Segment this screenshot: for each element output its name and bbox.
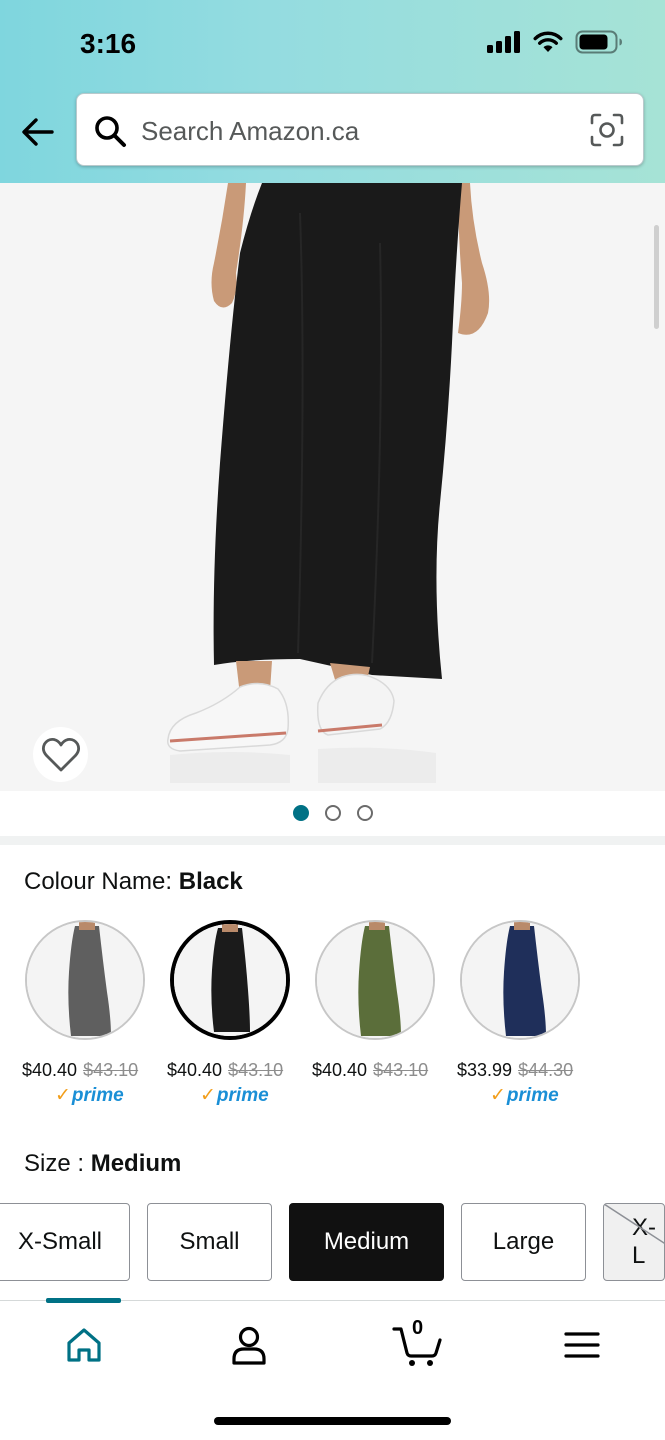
- wishlist-button[interactable]: [33, 727, 88, 782]
- size-option-large[interactable]: Large: [461, 1203, 586, 1281]
- price: $40.40: [312, 1060, 368, 1080]
- prime-check-icon: ✓: [55, 1085, 71, 1106]
- status-time: 3:16: [80, 28, 137, 59]
- image-pagination: [0, 805, 665, 821]
- menu-icon[interactable]: [560, 1323, 604, 1367]
- price: $33.99: [457, 1060, 513, 1080]
- prime-badge-2: ✓prime: [200, 1084, 269, 1107]
- size-label: Size :: [24, 1150, 85, 1177]
- swatch-photo: [462, 922, 578, 1038]
- prime-label: prime: [216, 1085, 269, 1106]
- pagination-dot-1[interactable]: [292, 805, 309, 821]
- colour-heading: Colour Name: Black: [24, 868, 243, 896]
- heart-icon: [41, 737, 80, 771]
- swatch-photo: [174, 924, 286, 1036]
- colour-swatch-3[interactable]: [315, 920, 435, 1040]
- price: $40.40: [167, 1060, 223, 1080]
- home-indicator[interactable]: [214, 1417, 451, 1425]
- pagination-dot-3[interactable]: [356, 805, 373, 821]
- size-option-label: Medium: [323, 1228, 410, 1255]
- size-option-x-large[interactable]: X-L: [603, 1203, 665, 1281]
- prime-check-icon: ✓: [200, 1085, 216, 1106]
- size-option-label: Small: [179, 1228, 240, 1255]
- size-option-small[interactable]: Small: [147, 1203, 272, 1281]
- size-option-label: X-Small: [17, 1228, 102, 1255]
- colour-swatch-4[interactable]: [460, 920, 580, 1040]
- size-heading: Size : Medium: [24, 1150, 181, 1178]
- account-icon[interactable]: [227, 1323, 271, 1367]
- pagination-dot-2[interactable]: [324, 805, 341, 821]
- search-icon: [95, 116, 126, 147]
- wifi-icon: [533, 31, 563, 52]
- nav-active-indicator: [46, 1298, 121, 1303]
- prime-label: prime: [71, 1085, 124, 1106]
- colour-price-3: $40.40 $43.10: [312, 1060, 428, 1081]
- header: 3:16 Search Amazon.ca: [0, 0, 665, 183]
- search-input[interactable]: Search Amazon.ca: [76, 93, 644, 166]
- old-price: $43.10: [83, 1060, 139, 1080]
- old-price: $43.10: [228, 1060, 284, 1080]
- size-option-medium[interactable]: Medium: [289, 1203, 444, 1281]
- swatch-photo: [317, 922, 433, 1038]
- unavailable-strike: [604, 1204, 664, 1244]
- signal-icon: [487, 31, 520, 53]
- prime-badge-4: ✓prime: [490, 1084, 559, 1107]
- price: $40.40: [22, 1060, 78, 1080]
- back-arrow-icon[interactable]: [18, 112, 58, 152]
- cart-count: 0: [412, 1317, 424, 1339]
- colour-label: Colour Name:: [24, 868, 173, 895]
- product-photo: [167, 183, 490, 783]
- colour-price-4: $33.99 $44.30: [457, 1060, 573, 1081]
- size-option-x-small[interactable]: X-Small: [0, 1203, 130, 1281]
- home-icon[interactable]: [62, 1323, 106, 1367]
- prime-check-icon: ✓: [490, 1085, 506, 1106]
- prime-label: prime: [506, 1085, 559, 1106]
- colour-swatch-2[interactable]: [170, 920, 290, 1040]
- status-icons: [487, 30, 623, 54]
- colour-swatch-1[interactable]: [25, 920, 145, 1040]
- camera-search-icon[interactable]: [589, 112, 625, 148]
- colour-price-2: $40.40 $43.10: [167, 1060, 283, 1081]
- swatch-photo: [27, 922, 143, 1038]
- scroll-indicator[interactable]: [654, 225, 659, 329]
- prime-badge-1: ✓prime: [55, 1084, 124, 1107]
- cart-button[interactable]: 0: [392, 1317, 444, 1367]
- search-placeholder: Search Amazon.ca: [141, 116, 360, 146]
- colour-price-1: $40.40 $43.10: [22, 1060, 138, 1081]
- size-selected: Medium: [90, 1150, 182, 1177]
- section-divider: [0, 836, 665, 845]
- product-image[interactable]: [0, 183, 665, 791]
- old-price: $43.10: [373, 1060, 429, 1080]
- old-price: $44.30: [518, 1060, 574, 1080]
- size-option-label: Large: [492, 1228, 555, 1255]
- colour-selected: Black: [178, 868, 243, 895]
- battery-icon: [575, 30, 622, 54]
